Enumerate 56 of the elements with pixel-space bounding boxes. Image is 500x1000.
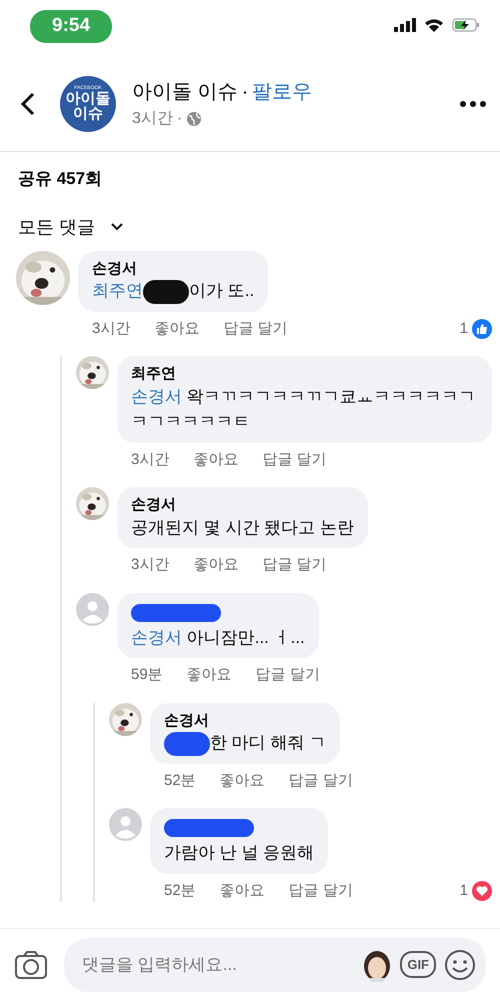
reply-link[interactable]: 답글 달기 [288, 770, 353, 792]
like-link[interactable]: 좋아요 [193, 448, 238, 472]
comment-text: 공개된지 몇 시간 됐다고 논란 [131, 516, 354, 539]
default-avatar-icon [76, 592, 109, 626]
like-reaction-icon [472, 318, 492, 339]
status-time: 9:54 [30, 10, 112, 42]
comment-time: 3시간 [131, 555, 170, 576]
mention-link[interactable]: 손경서 [131, 386, 182, 406]
more-icon[interactable] [460, 100, 486, 106]
mention-link[interactable]: 손경서 [131, 628, 182, 647]
wifi-icon [424, 18, 444, 32]
comment-text: 최주연 이가 또.. [92, 278, 254, 304]
comment-author[interactable]: 손경서 [164, 710, 326, 730]
comment-text: 손경서 아니잠만... ㅓ... [131, 626, 305, 649]
comment-author[interactable]: 손경서 [131, 495, 354, 515]
reply-link[interactable]: 답글 달기 [256, 664, 320, 687]
default-avatar-icon [109, 808, 142, 842]
love-reaction-icon [472, 880, 492, 901]
reply-link[interactable]: 답글 달기 [288, 880, 353, 902]
chevron-down-icon [111, 223, 124, 231]
comment-time: 52분 [164, 770, 196, 791]
mention-link[interactable]: 최주연 [92, 281, 143, 300]
separator-dot: · [176, 108, 182, 128]
like-link[interactable]: 좋아요 [186, 664, 232, 687]
signal-icon [394, 18, 416, 32]
battery-icon [452, 18, 480, 32]
back-icon[interactable] [20, 92, 36, 116]
gif-button[interactable]: GIF [400, 950, 436, 978]
camera-icon[interactable] [14, 950, 48, 980]
comment-author[interactable]: 손경서 [92, 258, 254, 278]
reaction-count: 1 [460, 880, 468, 901]
share-count: 공유 457회 [17, 168, 104, 190]
reply-link[interactable]: 답글 달기 [262, 448, 327, 472]
comment-time: 59분 [131, 665, 163, 686]
comment-filter[interactable]: 모든 댓글 [18, 214, 124, 240]
comment-time: 52분 [164, 880, 196, 901]
comment-time: 3시간 [92, 318, 130, 339]
like-link[interactable]: 좋아요 [220, 770, 265, 792]
page-name[interactable]: 아이돌 이슈 [132, 76, 238, 106]
reaction-count: 1 [460, 318, 468, 339]
post-time: 3시간 [132, 108, 173, 128]
globe-icon [186, 110, 202, 126]
separator-dot: · [242, 80, 248, 104]
comment-text: 한 마디 해줘 ㄱ [164, 730, 326, 756]
reply-link[interactable]: 답글 달기 [223, 318, 288, 340]
comment-time: 3시간 [131, 450, 170, 470]
comment-author[interactable]: 최주연 [131, 364, 478, 384]
like-link[interactable]: 좋아요 [220, 880, 265, 902]
emoji-icon[interactable] [444, 948, 476, 980]
like-link[interactable]: 좋아요 [154, 318, 200, 340]
comment-text: 손경서 왁ㅋㄲㅋㄱㅋㅋㄲㄱ쿄ㅛㅋㅋㅋㅋㅋㄱㅋㄱㅋㅋㅋㅋㅌ [131, 386, 477, 434]
reply-link[interactable]: 답글 달기 [262, 554, 327, 577]
follow-link[interactable]: 팔로우 [252, 76, 312, 106]
comment-text: 가람아 난 널 응원해 [164, 842, 314, 864]
comment-input-field[interactable]: 댓글을 입력하세요... GIF [64, 938, 486, 992]
like-link[interactable]: 좋아요 [193, 554, 238, 577]
